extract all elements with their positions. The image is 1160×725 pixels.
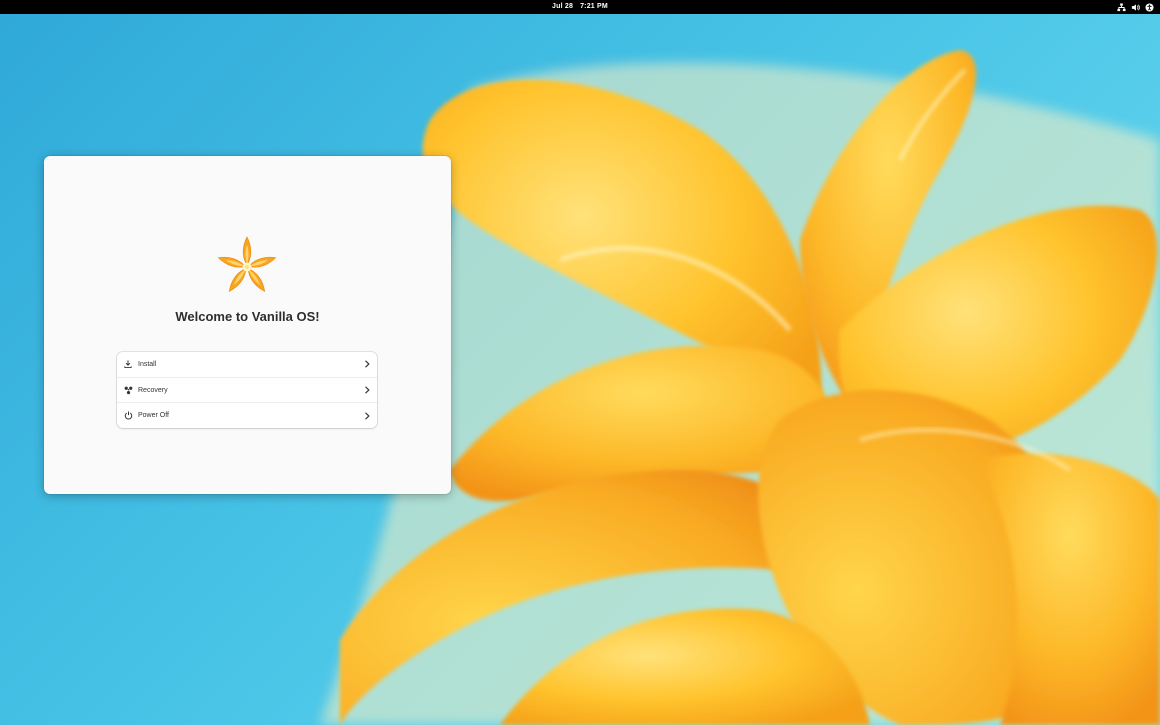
vanilla-flower-logo	[217, 236, 277, 292]
recovery-option[interactable]: Recovery	[117, 378, 377, 404]
recovery-icon	[123, 385, 133, 395]
install-option[interactable]: Install	[117, 352, 377, 378]
clock-time: 7:21 PM	[580, 3, 608, 10]
clock[interactable]: Jul 28 7:21 PM	[0, 0, 1160, 14]
options-list: Install Recovery Power Off	[117, 352, 377, 429]
install-label: Install	[138, 360, 157, 368]
chevron-right-icon	[365, 360, 370, 368]
system-tray[interactable]	[1117, 2, 1154, 12]
download-icon	[123, 359, 133, 369]
accessibility-icon[interactable]	[1145, 2, 1154, 12]
top-bar: Jul 28 7:21 PM	[0, 0, 1160, 14]
recovery-label: Recovery	[138, 386, 168, 394]
desktop: Jul 28 7:21 PM Welcome to Vanilla OS! In…	[0, 0, 1160, 725]
welcome-window: Welcome to Vanilla OS! Install Recovery …	[44, 156, 451, 494]
welcome-title: Welcome to Vanilla OS!	[175, 309, 320, 324]
power-off-label: Power Off	[138, 412, 169, 420]
power-icon	[123, 411, 133, 421]
clock-date: Jul 28	[552, 3, 574, 10]
power-off-option[interactable]: Power Off	[117, 403, 377, 428]
volume-icon[interactable]	[1131, 3, 1140, 12]
chevron-right-icon	[365, 412, 370, 420]
chevron-right-icon	[365, 386, 370, 394]
network-icon[interactable]	[1117, 2, 1126, 12]
